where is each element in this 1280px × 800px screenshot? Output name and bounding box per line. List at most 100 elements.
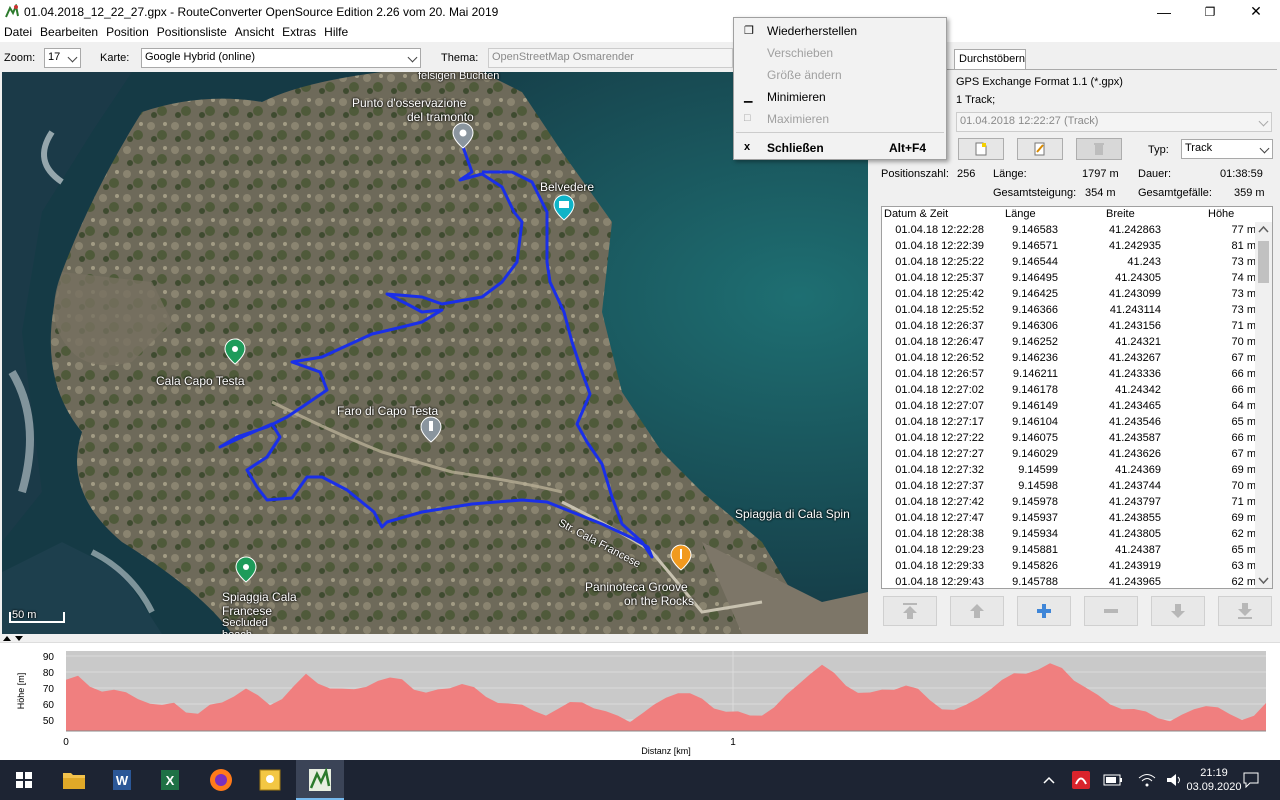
menu-position[interactable]: Position [102, 23, 153, 42]
positions-label: Positionszahl: [881, 168, 949, 180]
table-row[interactable]: 01.04.18 12:25:52 9.146366 41.243114 73 m [882, 302, 1256, 318]
table-cell: 62 m [1231, 576, 1256, 588]
taskbar-word[interactable]: W [98, 760, 146, 800]
tray-volume[interactable] [1162, 760, 1188, 800]
type-select[interactable]: Track [1181, 139, 1273, 159]
table-row[interactable]: 01.04.18 12:27:32 9.14599 41.24369 69 m [882, 462, 1256, 478]
move-up-button[interactable] [950, 596, 1004, 626]
table-cell: 73 m [1231, 256, 1256, 268]
tray-notifications[interactable] [1238, 760, 1264, 800]
tray-expand-button[interactable] [1038, 760, 1060, 800]
notes-app-icon [259, 769, 281, 791]
rename-track-button[interactable] [1017, 138, 1063, 160]
close-button[interactable]: ✕ [1233, 0, 1279, 23]
edit-document-icon [1034, 142, 1045, 156]
table-row[interactable]: 01.04.18 12:27:22 9.146075 41.243587 66 m [882, 430, 1256, 446]
map-select[interactable]: Google Hybrid (online) [141, 48, 421, 68]
table-row[interactable]: 01.04.18 12:25:42 9.146425 41.243099 73 m [882, 286, 1256, 302]
table-row[interactable]: 01.04.18 12:27:37 9.14598 41.243744 70 m [882, 478, 1256, 494]
menu-extras[interactable]: Extras [278, 23, 320, 42]
routeconverter-app-icon[interactable] [4, 4, 20, 20]
table-cell: 9.145788 [1012, 576, 1058, 588]
table-row[interactable]: 01.04.18 12:26:47 9.146252 41.24321 70 m [882, 334, 1256, 350]
move-down-button[interactable] [1151, 596, 1205, 626]
tray-battery[interactable] [1100, 760, 1126, 800]
table-cell: 01.04.18 12:27:17 [895, 416, 984, 428]
table-cell: 01.04.18 12:25:42 [895, 288, 984, 300]
menu-bearbeiten[interactable]: Bearbeiten [36, 23, 102, 42]
table-row[interactable]: 01.04.18 12:28:38 9.145934 41.243805 62 m [882, 526, 1256, 542]
tab-durchstoebern[interactable]: Durchstöbern [954, 49, 1026, 69]
column-laenge[interactable]: Länge [1005, 208, 1036, 220]
table-cell: 65 m [1231, 416, 1256, 428]
y-tick-60: 60 [43, 700, 55, 711]
column-breite[interactable]: Breite [1106, 208, 1135, 220]
column-hoehe[interactable]: Höhe [1208, 208, 1234, 220]
table-cell: 81 m [1231, 240, 1256, 252]
elevation-profile[interactable]: Höhe [m] Distanz [km] 90 80 70 60 50 0 1 [0, 642, 1280, 760]
tray-clock[interactable]: 21:19 03.09.2020 [1186, 760, 1241, 800]
table-cell: 41.243546 [1109, 416, 1161, 428]
taskbar-routeconverter[interactable] [296, 760, 344, 800]
delete-position-button[interactable] [1084, 596, 1138, 626]
table-cell: 70 m [1231, 336, 1256, 348]
table-row[interactable]: 01.04.18 12:27:27 9.146029 41.243626 67 m [882, 446, 1256, 462]
menu-item-move[interactable]: Verschieben [734, 42, 946, 64]
taskbar-app-yellow[interactable] [246, 760, 294, 800]
table-row[interactable]: 01.04.18 12:29:33 9.145826 41.243919 63 m [882, 558, 1256, 574]
table-row[interactable]: 01.04.18 12:27:47 9.145937 41.243855 69 m [882, 510, 1256, 526]
table-row[interactable]: 01.04.18 12:26:52 9.146236 41.243267 67 m [882, 350, 1256, 366]
length-value: 1797 m [1082, 168, 1119, 180]
menu-positionsliste[interactable]: Positionsliste [153, 23, 231, 42]
table-row[interactable]: 01.04.18 12:22:39 9.146571 41.242935 81 m [882, 238, 1256, 254]
table-row[interactable]: 01.04.18 12:27:02 9.146178 41.24342 66 m [882, 382, 1256, 398]
tray-acrobat[interactable] [1068, 760, 1094, 800]
taskbar-file-explorer[interactable] [50, 760, 98, 800]
maximize-button[interactable]: ❐ [1187, 0, 1233, 23]
column-datum-zeit[interactable]: Datum & Zeit [884, 208, 948, 220]
move-to-bottom-button[interactable] [1218, 596, 1272, 626]
table-row[interactable]: 01.04.18 12:29:23 9.145881 41.24387 65 m [882, 542, 1256, 558]
menu-item-restore[interactable]: ❐ Wiederherstellen [734, 20, 946, 42]
table-cell: 41.243336 [1109, 368, 1161, 380]
menu-hilfe[interactable]: Hilfe [320, 23, 352, 42]
tray-wifi[interactable] [1134, 760, 1160, 800]
start-button[interactable] [0, 760, 48, 800]
table-cell: 01.04.18 12:27:22 [895, 432, 984, 444]
panel-splitter[interactable] [0, 634, 1280, 642]
delete-track-button[interactable] [1076, 138, 1122, 160]
taskbar-excel[interactable]: X [146, 760, 194, 800]
zoom-select[interactable]: 17 [44, 48, 81, 68]
x-tick-0: 0 [63, 737, 69, 748]
scale-label: 50 m [12, 609, 37, 621]
menu-ansicht[interactable]: Ansicht [231, 23, 278, 42]
track-select[interactable]: 01.04.2018 12:22:27 (Track) [956, 112, 1272, 132]
table-row[interactable]: 01.04.18 12:27:17 9.146104 41.243546 65 m [882, 414, 1256, 430]
table-cell: 01.04.18 12:27:27 [895, 448, 984, 460]
theme-select[interactable]: OpenStreetMap Osmarender [488, 48, 733, 68]
collapse-arrows-icon[interactable] [2, 634, 32, 642]
table-cell: 01.04.18 12:22:28 [895, 224, 984, 236]
new-track-button[interactable] [958, 138, 1004, 160]
insert-position-button[interactable] [1017, 596, 1071, 626]
taskbar-firefox[interactable] [197, 760, 245, 800]
menu-item-maximize[interactable]: □ Maximieren [734, 108, 946, 130]
table-row[interactable]: 01.04.18 12:25:22 9.146544 41.243 73 m [882, 254, 1256, 270]
table-row[interactable]: 01.04.18 12:26:57 9.146211 41.243336 66 m [882, 366, 1256, 382]
table-row[interactable]: 01.04.18 12:27:42 9.145978 41.243797 71 m [882, 494, 1256, 510]
table-row[interactable]: 01.04.18 12:26:37 9.146306 41.243156 71 m [882, 318, 1256, 334]
table-row[interactable]: 01.04.18 12:22:28 9.146583 41.242863 77 m [882, 222, 1256, 238]
minimize-button[interactable]: — [1141, 0, 1187, 23]
table-row[interactable]: 01.04.18 12:25:37 9.146495 41.24305 74 m [882, 270, 1256, 286]
menu-item-close[interactable]: x Schließen Alt+F4 [734, 137, 946, 159]
scroll-up-icon [1258, 225, 1269, 233]
menu-item-resize[interactable]: Größe ändern [734, 64, 946, 86]
table-row[interactable]: 01.04.18 12:27:07 9.146149 41.243465 64 m [882, 398, 1256, 414]
move-to-top-button[interactable] [883, 596, 937, 626]
table-cell: 9.146425 [1012, 288, 1058, 300]
table-scrollbar[interactable] [1255, 222, 1272, 588]
table-cell: 9.146366 [1012, 304, 1058, 316]
table-row[interactable]: 01.04.18 12:29:43 9.145788 41.243965 62 m [882, 574, 1256, 588]
menu-item-minimize[interactable]: ▁ Minimieren [734, 86, 946, 108]
menu-datei[interactable]: Datei [0, 23, 36, 42]
